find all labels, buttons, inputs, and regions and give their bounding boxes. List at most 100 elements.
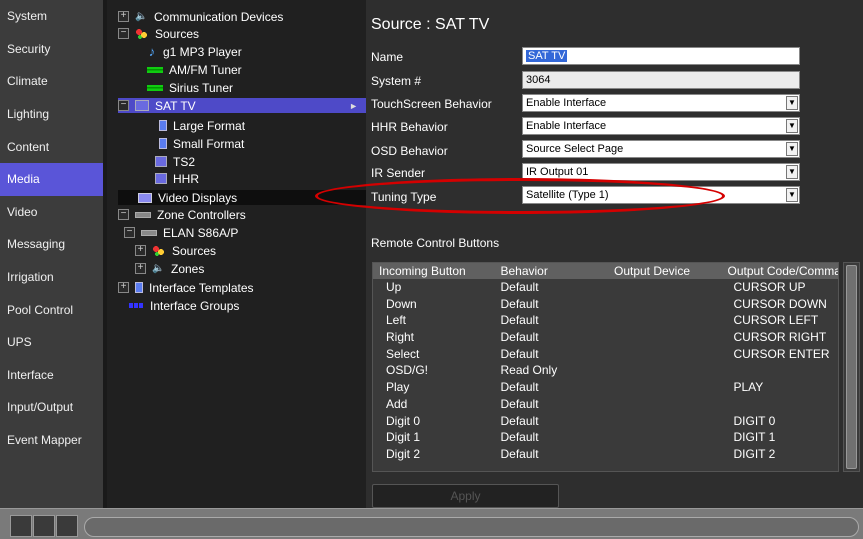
chevron-down-icon[interactable]: ▼ [786, 119, 798, 133]
chevron-down-icon[interactable]: ▼ [786, 165, 798, 179]
table-row[interactable]: Up Default CURSOR UP [373, 279, 838, 296]
column-header-incoming-button[interactable]: Incoming Button [373, 263, 494, 279]
chevron-down-icon[interactable]: ▼ [786, 96, 798, 110]
tree-item-sat-tv[interactable]: − SAT TV ► [118, 98, 366, 113]
name-value: SAT TV [526, 50, 568, 62]
communication-icon: 🔈 [135, 11, 148, 22]
nav-item-event-mapper[interactable]: Event Mapper [0, 424, 103, 457]
column-header-output-device[interactable]: Output Device [608, 263, 722, 279]
tree-item-elan-sources[interactable]: + Sources [135, 243, 216, 258]
table-cell: DIGIT 0 [733, 413, 776, 428]
table-cell: Digit 2 [386, 446, 421, 461]
apply-button[interactable]: Apply [372, 484, 559, 508]
scrollbar-thumb[interactable] [846, 265, 857, 469]
tree-label: Interface Groups [150, 298, 240, 313]
collapse-icon[interactable]: − [124, 227, 135, 238]
tree-item-ts2[interactable]: TS2 [155, 154, 195, 169]
interface-icon [159, 120, 167, 131]
device-tree: + 🔈 Communication Devices − Sources ♪ g1… [107, 0, 366, 508]
tree-item-interface-templates[interactable]: + Interface Templates [118, 280, 254, 295]
expand-icon[interactable]: + [135, 245, 146, 256]
tree-item-g1-mp3-player[interactable]: ♪ g1 MP3 Player [147, 44, 242, 59]
table-row[interactable]: Right Default CURSOR RIGHT [373, 329, 838, 346]
hhr-behavior-select[interactable]: Enable Interface ▼ [522, 117, 800, 135]
column-header-behavior[interactable]: Behavior [494, 263, 608, 279]
nav-item-ups[interactable]: UPS [0, 326, 103, 359]
nav-item-messaging[interactable]: Messaging [0, 228, 103, 261]
collapse-icon[interactable]: − [118, 28, 129, 39]
system-number-label: System # [371, 74, 422, 88]
table-cell: DIGIT 2 [733, 446, 776, 461]
table-row[interactable]: Down Default CURSOR DOWN [373, 296, 838, 313]
nav-item-security[interactable]: Security [0, 33, 103, 66]
table-row[interactable]: Digit 1 Default DIGIT 1 [373, 429, 838, 446]
controller-icon [135, 211, 151, 218]
tree-item-sources[interactable]: − Sources [118, 26, 199, 41]
chevron-down-icon[interactable]: ▼ [786, 188, 798, 202]
name-label: Name [371, 50, 404, 64]
tree-item-elan[interactable]: − ELAN S86A/P [124, 225, 238, 240]
table-row[interactable]: Select Default CURSOR ENTER [373, 346, 838, 363]
submenu-arrow-icon[interactable]: ► [349, 101, 358, 111]
table-cell: Read Only [500, 363, 558, 378]
osd-behavior-select[interactable]: Source Select Page ▼ [522, 140, 800, 158]
tuning-type-select[interactable]: Satellite (Type 1) ▼ [522, 186, 800, 204]
tree-label: AM/FM Tuner [169, 62, 242, 77]
collapse-icon[interactable]: − [118, 209, 129, 220]
tree-item-zone-controllers[interactable]: − Zone Controllers [118, 207, 246, 222]
nav-item-system[interactable]: System [0, 0, 103, 33]
column-header-output-code[interactable]: Output Code/Comma [722, 263, 839, 279]
table-row[interactable]: Digit 2 Default DIGIT 2 [373, 446, 838, 463]
touchscreen-behavior-select[interactable]: Enable Interface ▼ [522, 94, 800, 112]
nav-item-interface[interactable]: Interface [0, 359, 103, 392]
nav-item-media[interactable]: Media [0, 162, 103, 196]
table-row[interactable]: Add Default [373, 396, 838, 413]
tree-label: SAT TV [155, 98, 196, 113]
nav-item-pool-control[interactable]: Pool Control [0, 293, 103, 326]
table-cell: Default [500, 413, 539, 428]
tree-item-large-format[interactable]: Large Format [159, 118, 245, 133]
table-row[interactable]: OSD/G! Read Only [373, 362, 838, 379]
nav-item-content[interactable]: Content [0, 130, 103, 163]
tree-item-hhr[interactable]: HHR [155, 171, 199, 186]
ir-sender-select[interactable]: IR Output 01 ▼ [522, 163, 800, 181]
tree-item-interface-groups[interactable]: Interface Groups [129, 298, 239, 313]
nav-item-lighting[interactable]: Lighting [0, 98, 103, 131]
table-cell: Default [500, 396, 539, 411]
table-cell: Default [500, 430, 539, 445]
expand-icon[interactable]: + [135, 263, 146, 274]
table-row[interactable]: Play Default PLAY [373, 379, 838, 396]
nav-item-video[interactable]: Video [0, 196, 103, 229]
status-indicator [10, 515, 32, 537]
tree-item-video-displays[interactable]: Video Displays [118, 190, 366, 205]
tree-item-communication-devices[interactable]: + 🔈 Communication Devices [118, 9, 283, 24]
status-field [84, 517, 859, 537]
tree-item-small-format[interactable]: Small Format [159, 136, 244, 151]
status-bar [0, 508, 863, 539]
table-row[interactable]: Left Default CURSOR LEFT [373, 312, 838, 329]
table-cell: Right [386, 330, 415, 345]
collapse-icon[interactable]: − [118, 100, 129, 111]
nav-item-climate[interactable]: Climate [0, 65, 103, 98]
table-cell: Default [500, 380, 539, 395]
expand-icon[interactable]: + [118, 11, 129, 22]
nav-item-irrigation[interactable]: Irrigation [0, 261, 103, 294]
tree-label: Interface Templates [149, 280, 254, 295]
controller-icon [141, 229, 157, 236]
table-row[interactable]: Digit 0 Default DIGIT 0 [373, 413, 838, 430]
table-cell: CURSOR RIGHT [733, 330, 827, 345]
tree-item-am-fm-tuner[interactable]: AM/FM Tuner [147, 62, 242, 77]
name-field[interactable]: SAT TV [522, 47, 800, 65]
tree-label: Communication Devices [154, 9, 284, 24]
expand-icon[interactable]: + [118, 282, 129, 293]
speaker-icon: 🔈 [152, 263, 165, 274]
tree-item-sirius-tuner[interactable]: Sirius Tuner [147, 80, 233, 95]
remote-icon [155, 173, 167, 184]
table-scrollbar[interactable] [843, 262, 860, 472]
tree-item-elan-zones[interactable]: + 🔈 Zones [135, 261, 204, 276]
tuner-icon [147, 66, 163, 73]
table-body: Up Default CURSOR UP Down Default CURSOR DOWN… [373, 279, 838, 463]
table-cell: Play [386, 380, 410, 395]
nav-item-input-output[interactable]: Input/Output [0, 391, 103, 424]
chevron-down-icon[interactable]: ▼ [786, 142, 798, 156]
